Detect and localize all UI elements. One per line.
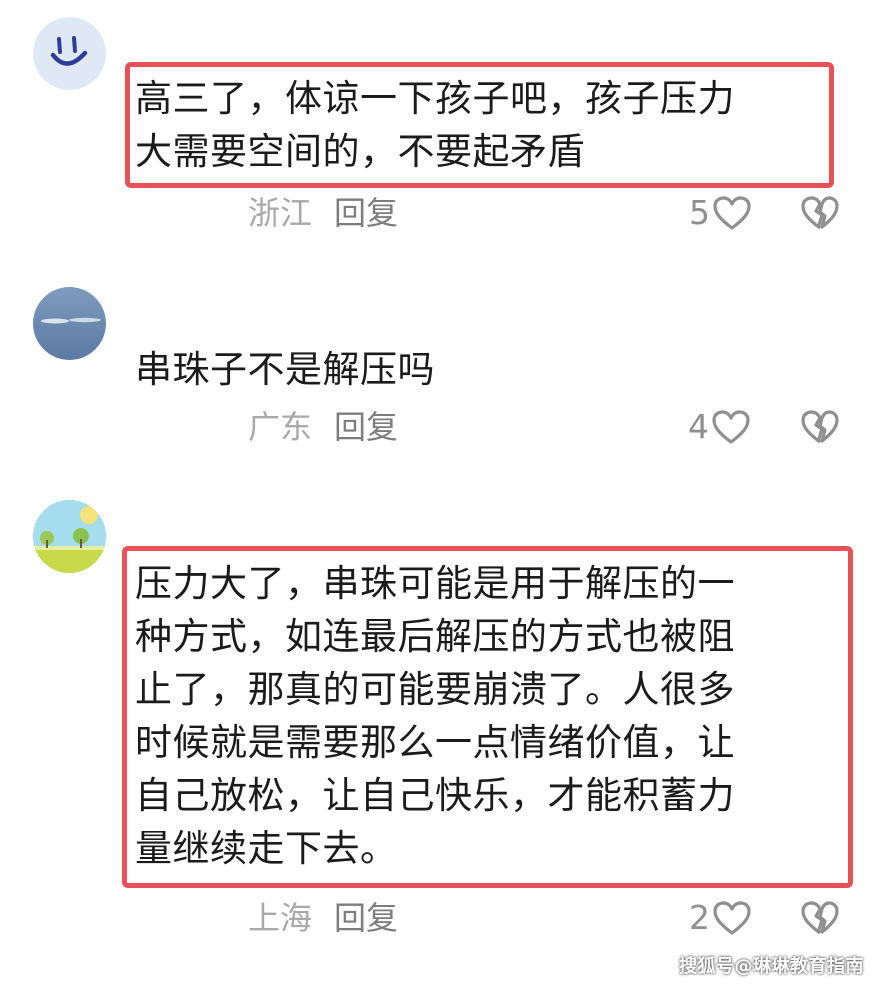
broken-heart-icon[interactable] <box>800 195 840 231</box>
comment-line: 大需要空间的，不要起矛盾 <box>135 130 585 173</box>
reply-button[interactable]: 回复 <box>334 899 398 937</box>
reply-button[interactable]: 回复 <box>334 408 398 446</box>
comment-line: 高三了，体谅一下孩子吧，孩子压力 <box>135 77 735 120</box>
like-count: 5 <box>689 193 710 232</box>
broken-heart-icon[interactable] <box>800 409 840 445</box>
comment-text: 高三了，体谅一下孩子吧，孩子压力 大需要空间的，不要起矛盾 <box>135 72 735 178</box>
location-label: 浙江 <box>248 194 313 232</box>
user-avatar[interactable] <box>33 17 106 90</box>
comment-line: 压力大了，串珠可能是用于解压的一 <box>135 562 735 605</box>
cloud-sky-icon <box>41 317 101 324</box>
watermark: 搜狐号@琳琳教育指南 <box>679 956 864 977</box>
broken-heart-icon[interactable] <box>800 900 840 936</box>
comment-meta: 浙江 回复 <box>248 193 398 233</box>
comment-text: 压力大了，串珠可能是用于解压的一 种方式，如连最后解压的方式也被阻 止了，那真的可能… <box>135 557 735 875</box>
like-button[interactable]: 2 <box>689 898 752 938</box>
like-count: 4 <box>688 407 709 446</box>
landscape-icon <box>33 500 106 573</box>
like-count: 2 <box>689 898 710 937</box>
reply-button[interactable]: 回复 <box>334 194 398 232</box>
comment-line: 止了，那真的可能要崩溃了。人很多 <box>135 668 735 711</box>
comment-line: 时候就是需要那么一点情绪价值，让 <box>135 721 735 764</box>
user-avatar[interactable] <box>33 500 106 573</box>
like-button[interactable]: 4 <box>688 407 751 447</box>
heart-outline-icon <box>712 410 750 444</box>
location-label: 广东 <box>248 408 313 446</box>
heart-outline-icon <box>713 196 751 230</box>
comment-line: 量继续走下去。 <box>135 827 398 870</box>
comment-line: 自己放松，让自己快乐，才能积蓄力 <box>135 774 735 817</box>
comment-meta: 广东 回复 <box>248 407 398 447</box>
comment-text: 串珠子不是解压吗 <box>135 343 435 396</box>
heart-outline-icon <box>713 901 751 935</box>
comment-line: 种方式，如连最后解压的方式也被阻 <box>135 615 735 658</box>
like-button[interactable]: 5 <box>689 193 752 233</box>
user-avatar[interactable] <box>33 287 106 360</box>
location-label: 上海 <box>248 899 313 937</box>
comment-meta: 上海 回复 <box>248 898 398 938</box>
comment-line: 串珠子不是解压吗 <box>135 348 435 391</box>
smiley-icon <box>50 36 88 66</box>
